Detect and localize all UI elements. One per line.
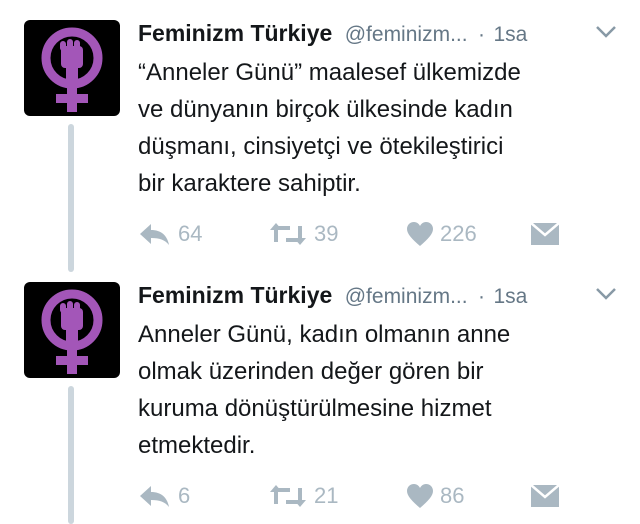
display-name[interactable]: Feminizm Türkiye — [138, 282, 332, 308]
retweet-count: 21 — [314, 483, 339, 508]
timestamp[interactable]: 1sa — [493, 23, 527, 46]
reply-count: 64 — [178, 221, 203, 246]
display-name[interactable]: Feminizm Türkiye — [138, 20, 332, 46]
like-count: 226 — [440, 221, 477, 246]
reply-button[interactable]: 64 — [138, 218, 202, 250]
like-button[interactable]: 226 — [406, 218, 477, 250]
dm-icon — [530, 484, 560, 507]
tweet[interactable]: Feminizm Türkiye @feminizm... · 1sa “Ann… — [0, 20, 640, 260]
tweet-text: “Anneler Günü” maalesef ülkemizde ve dün… — [138, 59, 521, 197]
reply-icon — [140, 224, 169, 245]
heart-icon — [407, 484, 433, 508]
reply-button[interactable]: 6 — [138, 480, 190, 512]
heart-icon — [407, 222, 433, 246]
tweet-actions: 6 21 86 — [138, 480, 618, 512]
avatar[interactable] — [24, 282, 120, 378]
tweet-header: Feminizm Türkiye @feminizm... · 1sa — [138, 282, 628, 316]
chevron-down-icon[interactable] — [594, 24, 618, 45]
avatar[interactable] — [24, 20, 120, 116]
reply-icon — [140, 486, 169, 507]
like-count: 86 — [440, 483, 465, 508]
separator: · — [478, 23, 486, 46]
dm-icon — [530, 222, 560, 245]
chevron-down-icon[interactable] — [594, 286, 618, 307]
tweet-actions: 64 39 226 — [138, 218, 618, 250]
tweet-text: Anneler Günü, kadın olmanın anne olmak ü… — [138, 321, 511, 459]
retweet-button[interactable]: 39 — [268, 218, 338, 250]
dm-button[interactable] — [530, 480, 566, 512]
timestamp[interactable]: 1sa — [493, 285, 527, 308]
user-handle[interactable]: @feminizm... — [345, 285, 468, 308]
tweet-header: Feminizm Türkiye @feminizm... · 1sa — [138, 20, 628, 54]
feminist-fist-logo-icon — [41, 289, 103, 374]
retweet-icon — [270, 485, 306, 507]
retweet-button[interactable]: 21 — [268, 480, 338, 512]
retweet-icon — [270, 223, 306, 245]
tweet[interactable]: Feminizm Türkiye @feminizm... · 1sa Anne… — [0, 282, 640, 522]
reply-count: 6 — [178, 483, 191, 508]
user-handle[interactable]: @feminizm... — [345, 23, 468, 46]
like-button[interactable]: 86 — [406, 480, 464, 512]
dm-button[interactable] — [530, 218, 566, 250]
retweet-count: 39 — [314, 221, 339, 246]
separator: · — [478, 285, 486, 308]
feminist-fist-logo-icon — [41, 27, 103, 112]
